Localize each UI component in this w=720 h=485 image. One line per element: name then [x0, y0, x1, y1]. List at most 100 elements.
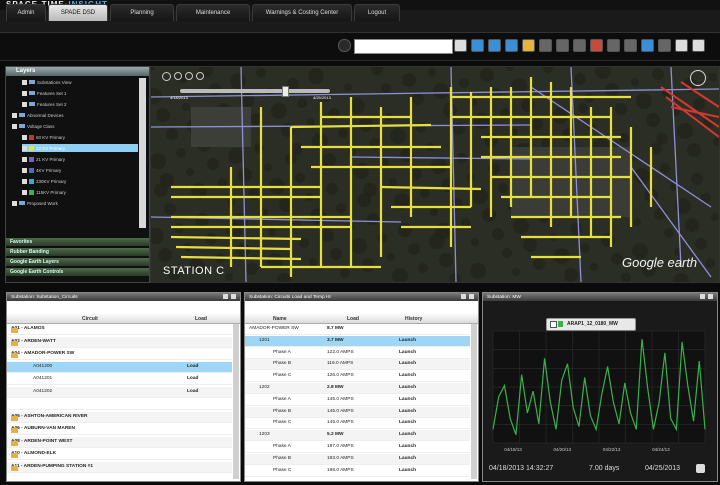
load-row[interactable]: Phase A 122.0 AMPS Launch — [245, 348, 470, 359]
col-load[interactable]: Load — [347, 316, 359, 322]
circuit-load[interactable]: Load — [187, 389, 198, 394]
layer-section[interactable]: Google Earth Controls — [6, 268, 149, 276]
circuit-row[interactable]: A08 - ARDEN-POINT WEST — [7, 436, 232, 448]
load-row[interactable]: Phase C 198.0 AMPS Launch — [245, 466, 470, 477]
print-icon[interactable] — [658, 39, 671, 52]
circuit-row[interactable]: A04 - AMADOR-POWER SW — [7, 349, 232, 360]
map-nav-icon[interactable] — [162, 72, 171, 81]
col-history[interactable]: History — [405, 316, 422, 322]
load-row[interactable]: Phase A 145.0 AMPS Launch — [245, 395, 470, 406]
camera-icon[interactable] — [607, 39, 620, 52]
pin-icon[interactable] — [700, 294, 705, 299]
layer-checkbox[interactable] — [12, 200, 17, 206]
search-input[interactable] — [354, 39, 453, 54]
save-icon[interactable] — [641, 39, 654, 52]
layer-section[interactable]: Favorites — [6, 238, 149, 246]
layer-checkbox[interactable] — [22, 156, 27, 162]
tab-0[interactable]: Admin — [6, 4, 46, 21]
layer-item[interactable]: 4KV Primary — [22, 166, 138, 174]
zoom-out-icon[interactable] — [185, 72, 193, 80]
measure-icon[interactable] — [624, 39, 637, 52]
circuit-row[interactable]: A05 - ASHTON-AMERICAN RIVER — [7, 411, 232, 423]
tab-1[interactable]: SPADE DSD — [48, 4, 108, 21]
layer-checkbox[interactable] — [22, 145, 27, 151]
layer-item[interactable]: 60 KV Primary — [22, 133, 138, 141]
zoom-in-icon[interactable] — [174, 72, 182, 80]
layer-item[interactable]: 12 KV Primary — [22, 144, 138, 152]
layer-item[interactable]: Features Set 2 — [22, 100, 138, 108]
launch-link[interactable]: Launch — [399, 338, 416, 343]
circuit-row[interactable]: A041200 Load — [7, 361, 232, 373]
layer-checkbox[interactable] — [22, 79, 27, 85]
load-row[interactable]: Phase B 145.0 AMPS Launch — [245, 406, 470, 418]
tab-5[interactable]: Logout — [354, 4, 400, 21]
gallery-icon[interactable] — [522, 39, 535, 52]
circuit-row[interactable]: A041202 Load — [7, 386, 232, 398]
layer-checkbox[interactable] — [22, 90, 27, 96]
circuit-row[interactable]: A11 - ARDEN-PUMPING STATION #1 — [7, 461, 232, 473]
launch-link[interactable]: Launch — [399, 350, 416, 355]
close-icon[interactable] — [708, 294, 713, 299]
layer-checkbox[interactable] — [22, 167, 27, 173]
circuit-load[interactable]: Load — [187, 376, 198, 381]
time-slider-track[interactable] — [180, 89, 330, 93]
layer-checkbox[interactable] — [22, 178, 27, 184]
circuits-scrollbar[interactable] — [233, 324, 239, 479]
circuit-row[interactable] — [7, 399, 232, 410]
layer-item[interactable]: 21 KV Primary — [22, 155, 138, 163]
launch-link[interactable]: Launch — [399, 409, 416, 414]
settings-icon[interactable] — [505, 39, 518, 52]
layer-checkbox[interactable] — [22, 101, 27, 107]
load-row[interactable]: Phase B 193.0 AMPS Launch — [245, 453, 470, 465]
launch-link[interactable]: Launch — [399, 385, 416, 390]
tab-4[interactable]: Warnings & Costing Center — [252, 4, 352, 21]
load-row[interactable]: Phase B 119.0 AMPS Launch — [245, 359, 470, 371]
window-icon[interactable] — [692, 39, 705, 52]
circuit-load[interactable]: Load — [187, 364, 198, 369]
layer-section[interactable]: Google Earth Layers — [6, 258, 149, 266]
layers-scrollbar[interactable] — [139, 78, 146, 228]
circuit-row[interactable]: A10 - ALMOND-ELK — [7, 449, 232, 460]
link-icon[interactable] — [488, 39, 501, 52]
globe-icon[interactable] — [471, 39, 484, 52]
rotate-icon[interactable] — [196, 72, 204, 80]
load-row[interactable]: AMADOR-POWER SW 8.7 MW — [245, 324, 470, 335]
line-icon[interactable] — [573, 39, 586, 52]
launch-link[interactable]: Launch — [399, 432, 416, 437]
stop-icon[interactable] — [590, 39, 603, 52]
circuit-row[interactable]: A01 - ALAMOS — [7, 324, 232, 335]
marker-icon[interactable] — [556, 39, 569, 52]
paint-icon[interactable] — [539, 39, 552, 52]
load-row[interactable]: 1203 5.2 MW Launch — [245, 430, 470, 442]
close-icon[interactable] — [469, 294, 474, 299]
launch-link[interactable]: Launch — [399, 468, 416, 473]
col-load[interactable]: Load — [195, 316, 207, 322]
time-slider-thumb[interactable] — [282, 86, 289, 97]
launch-link[interactable]: Launch — [399, 420, 416, 425]
layer-item[interactable]: 230KV Primary — [22, 177, 138, 185]
grid-icon[interactable] — [675, 39, 688, 52]
layer-checkbox[interactable] — [12, 112, 17, 118]
load-row[interactable]: Phase C 126.0 AMPS Launch — [245, 371, 470, 383]
col-name[interactable]: Name — [273, 316, 287, 322]
layer-item[interactable]: Substations View — [22, 78, 138, 86]
map-view[interactable] — [150, 66, 720, 283]
load-row[interactable]: Phase A 197.0 AMPS Launch — [245, 442, 470, 453]
tab-3[interactable]: Maintenance — [176, 4, 250, 21]
circuit-row[interactable]: A041201 Load — [7, 374, 232, 385]
layer-item[interactable]: Proposed Work — [12, 199, 138, 207]
layer-item[interactable]: Voltage Class — [12, 122, 138, 130]
layer-checkbox[interactable] — [22, 134, 27, 140]
launch-link[interactable]: Launch — [399, 456, 416, 461]
circuit-row[interactable]: A06 - AUBURN-VAN MAREN — [7, 424, 232, 435]
layer-checkbox[interactable] — [12, 123, 17, 129]
map-canvas[interactable] — [151, 67, 719, 282]
load-row[interactable]: 1201 3.7 MW Launch — [245, 335, 470, 347]
pin-icon[interactable] — [223, 294, 228, 299]
load-row[interactable]: Phase C 145.0 AMPS Launch — [245, 418, 470, 430]
launch-link[interactable]: Launch — [399, 397, 416, 402]
circuit-row[interactable]: A02 - ARDEN-WATT — [7, 336, 232, 348]
close-icon[interactable] — [231, 294, 236, 299]
launch-link[interactable]: Launch — [399, 444, 416, 449]
copy-icon[interactable] — [454, 39, 467, 52]
